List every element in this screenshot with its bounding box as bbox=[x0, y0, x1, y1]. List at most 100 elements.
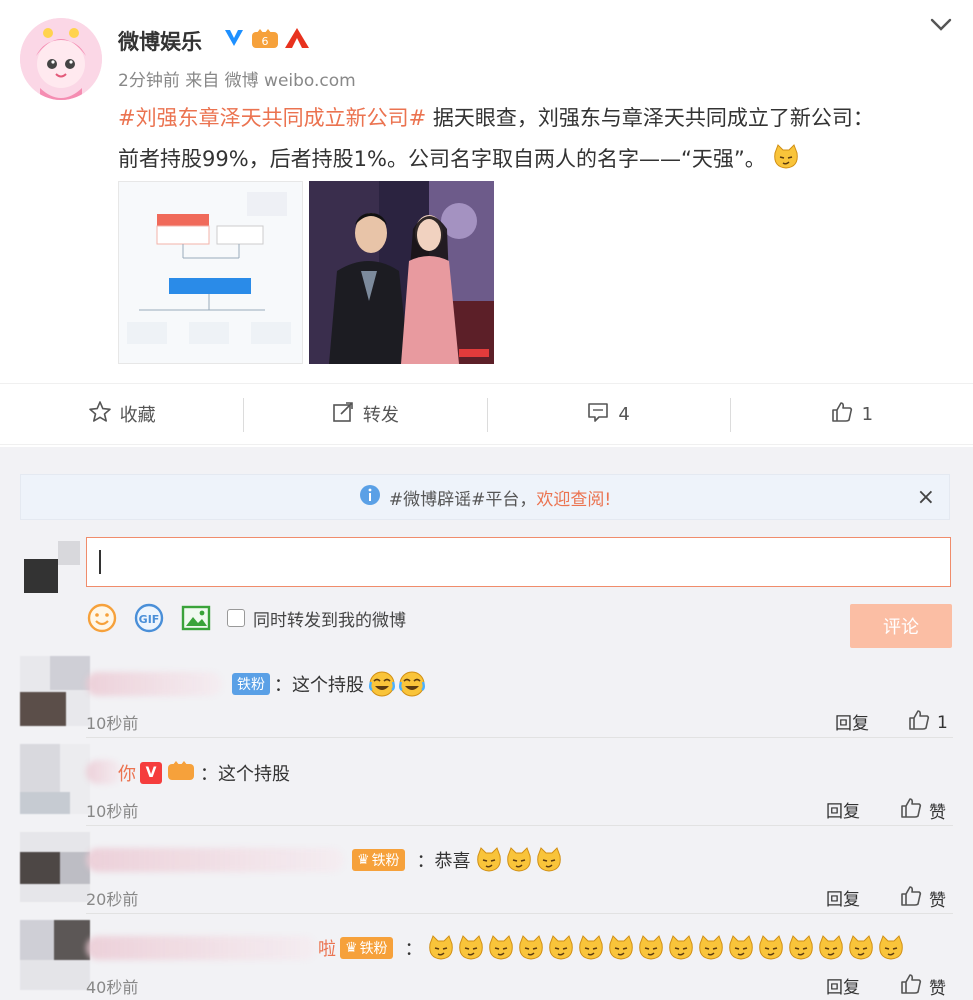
comment-item: 啦 ♛ 铁粉 ： 40秒前 回复 赞 bbox=[0, 914, 973, 1000]
reply-button[interactable]: 回复 bbox=[826, 885, 860, 910]
info-icon bbox=[359, 484, 381, 511]
reply-button[interactable]: 回复 bbox=[826, 973, 860, 998]
post-action-bar: 收藏 转发 4 1 bbox=[0, 383, 973, 445]
commenter-name[interactable]: 啦 bbox=[318, 935, 336, 961]
post-text-line1: 据天眼查，刘强东与章泽天共同成立了新公司： bbox=[426, 106, 874, 130]
verified-v-icon[interactable]: V bbox=[140, 761, 162, 784]
comment-like-button[interactable]: 1 bbox=[907, 708, 948, 737]
notice-highlight[interactable]: 欢迎查阅! bbox=[536, 485, 611, 510]
author-name[interactable]: 微博娱乐 bbox=[118, 26, 202, 56]
commenter-name[interactable] bbox=[86, 848, 344, 872]
svg-text:6: 6 bbox=[262, 35, 269, 48]
comment-like-label: 赞 bbox=[929, 803, 946, 823]
smile-icon[interactable] bbox=[86, 602, 118, 634]
chevron-down-icon[interactable] bbox=[928, 14, 954, 36]
comment-text: ： bbox=[404, 939, 423, 960]
weibo-post: 微博娱乐 6 2分钟前 来自 微博 weibo.com #刘强东章泽天共同成立新… bbox=[0, 0, 973, 447]
fan-badge-label: 铁粉 bbox=[359, 941, 388, 957]
cat-emoji-icon bbox=[517, 934, 545, 962]
crown-icon: ♛ bbox=[357, 852, 370, 868]
post-hashtag[interactable]: #刘强东章泽天共同成立新公司# bbox=[118, 106, 426, 130]
commenter-name-blur bbox=[86, 936, 316, 960]
level-crown-icon[interactable] bbox=[166, 758, 196, 787]
live-a-icon[interactable] bbox=[284, 26, 310, 54]
comment-like-label: 赞 bbox=[929, 979, 946, 999]
repost-checkbox[interactable]: 同时转发到我的微博 bbox=[227, 606, 406, 631]
text-caret bbox=[99, 550, 101, 574]
post-meta: 2分钟前 来自 微博 weibo.com bbox=[118, 66, 356, 91]
like-icon bbox=[830, 400, 854, 429]
submit-comment-button[interactable]: 评论 bbox=[850, 604, 952, 648]
cat-emoji-icon bbox=[577, 934, 605, 962]
verified-v-icon[interactable] bbox=[222, 26, 246, 54]
reply-button[interactable]: 回复 bbox=[835, 709, 869, 734]
cat-emoji-icon bbox=[727, 934, 755, 962]
like-icon bbox=[907, 708, 931, 737]
cat-emoji-icon bbox=[637, 934, 665, 962]
reply-button[interactable]: 回复 bbox=[826, 797, 860, 822]
rumor-notice-banner: #微博辟谣#平台， 欢迎查阅! × bbox=[20, 474, 950, 520]
author-avatar[interactable] bbox=[20, 18, 102, 100]
svg-text:GIF: GIF bbox=[139, 613, 160, 626]
commenter-name-blur bbox=[86, 760, 122, 784]
comment-button[interactable]: 4 bbox=[486, 384, 730, 444]
fan-badge[interactable]: ♛ 铁粉 bbox=[340, 937, 393, 959]
source-prefix: 来自 bbox=[185, 71, 220, 91]
crown-icon: ♛ bbox=[345, 940, 358, 956]
comment-time: 40秒前 bbox=[86, 978, 139, 997]
commenter-name[interactable] bbox=[86, 672, 222, 696]
commenter-name[interactable]: 你 bbox=[118, 760, 136, 786]
emoji-group bbox=[368, 670, 426, 698]
cat-emoji-icon bbox=[607, 934, 635, 962]
commenter-avatar[interactable] bbox=[20, 744, 90, 814]
post-time[interactable]: 2分钟前 bbox=[118, 71, 180, 91]
cat-emoji-icon bbox=[505, 846, 533, 874]
favorite-button[interactable]: 收藏 bbox=[0, 384, 243, 444]
cat-emoji-icon bbox=[535, 846, 563, 874]
current-user-avatar bbox=[20, 537, 82, 599]
comment-item: 铁粉 ：这个持股 10秒前 回复 1 bbox=[0, 650, 973, 738]
close-icon[interactable]: × bbox=[917, 485, 935, 510]
post-image-2[interactable] bbox=[309, 181, 494, 364]
fan-badge-label: 铁粉 bbox=[371, 853, 400, 869]
image-icon[interactable] bbox=[180, 602, 212, 634]
laugh-cry-emoji-icon bbox=[398, 670, 426, 698]
like-icon bbox=[899, 972, 923, 1000]
cat-emoji-icon bbox=[787, 934, 815, 962]
like-button[interactable]: 1 bbox=[729, 384, 973, 444]
repost-button[interactable]: 转发 bbox=[243, 384, 486, 444]
checkbox-box[interactable] bbox=[227, 609, 245, 627]
fan-badge[interactable]: 铁粉 bbox=[232, 673, 270, 695]
star-icon bbox=[88, 400, 112, 429]
post-text: #刘强东章泽天共同成立新公司# 据天眼查，刘强东与章泽天共同成立了新公司： 前者… bbox=[118, 98, 948, 180]
fan-badge[interactable]: ♛ 铁粉 bbox=[352, 849, 405, 871]
cat-emoji-icon bbox=[427, 934, 455, 962]
comment-like-button[interactable]: 赞 bbox=[899, 972, 946, 1000]
cat-emoji-icon bbox=[697, 934, 725, 962]
post-source[interactable]: 微博 weibo.com bbox=[225, 71, 356, 91]
comment-like-label: 赞 bbox=[929, 891, 946, 911]
comment-body: 铁粉 ：这个持股 bbox=[232, 670, 426, 698]
gif-icon[interactable]: GIF bbox=[133, 602, 165, 634]
cat-emoji-icon bbox=[817, 934, 845, 962]
cat-emoji-icon bbox=[475, 846, 503, 874]
commenter-avatar[interactable] bbox=[20, 832, 90, 902]
comment-input[interactable] bbox=[86, 537, 951, 587]
comment-item: ♛ 铁粉 ：恭喜 20秒前 回复 赞 bbox=[0, 826, 973, 914]
comment-icon bbox=[586, 400, 610, 429]
comment-like-button[interactable]: 赞 bbox=[899, 796, 946, 825]
post-text-line2: 前者持股99%，后者持股1%。公司名字取自两人的名字——“天强”。 bbox=[118, 147, 766, 171]
cat-emoji-icon bbox=[667, 934, 695, 962]
comment-text: ：这个持股 bbox=[274, 675, 364, 696]
commenter-avatar[interactable] bbox=[20, 920, 90, 990]
level-crown-icon[interactable]: 6 bbox=[250, 26, 280, 54]
cat-emoji-icon bbox=[772, 143, 800, 171]
comments-section: #微博辟谣#平台， 欢迎查阅! × GIF 同时转发到我的微博 评论 铁粉 ：这… bbox=[0, 447, 973, 1000]
like-icon bbox=[899, 796, 923, 825]
post-image-1[interactable] bbox=[118, 181, 303, 364]
composer-tools: GIF 同时转发到我的微博 bbox=[86, 602, 406, 634]
comment-like-button[interactable]: 赞 bbox=[899, 884, 946, 913]
cat-emoji-icon bbox=[487, 934, 515, 962]
notice-text[interactable]: #微博辟谣#平台， bbox=[389, 485, 537, 510]
commenter-avatar[interactable] bbox=[20, 656, 90, 726]
